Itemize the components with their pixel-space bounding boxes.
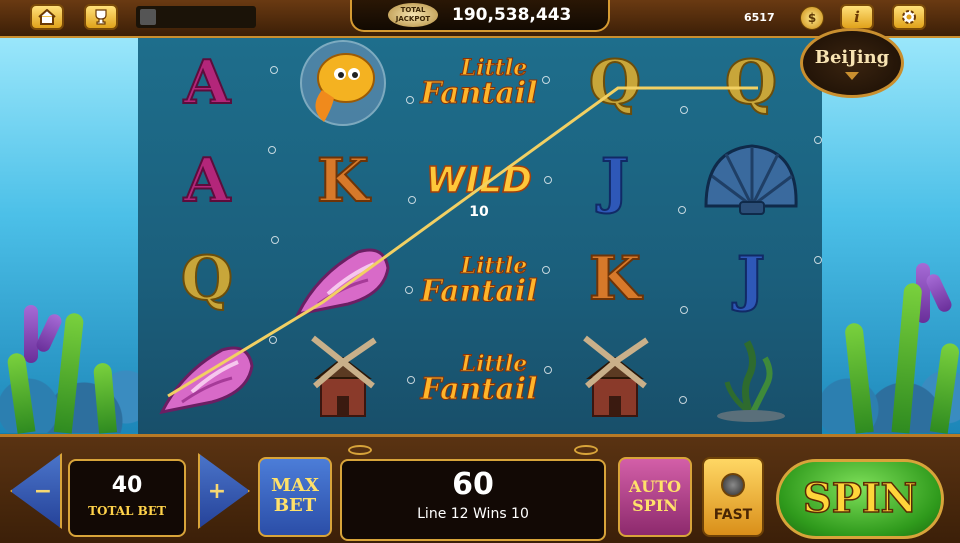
settings-button[interactable]	[892, 4, 926, 30]
auto-spin-button[interactable]: AUTO SPIN	[618, 457, 692, 537]
total-bet-label: TOTAL BET	[88, 504, 166, 518]
info-button[interactable]: i	[840, 4, 874, 30]
win-box-scroll-ornament	[340, 443, 606, 459]
spin-button[interactable]: SPIN	[776, 459, 944, 539]
fast-label: FAST	[713, 507, 753, 523]
trophy-button[interactable]	[84, 4, 118, 30]
windmill-icon	[550, 332, 680, 422]
reel4-row1-symbol: Q	[588, 48, 642, 118]
jackpot-value: 190,538,443	[452, 5, 572, 25]
credits-balance: 6517	[744, 11, 775, 24]
reel1-row1-symbol: A	[183, 48, 232, 118]
wild-multiplier: 10	[469, 204, 489, 220]
location-select-button[interactable]: BeiJing	[800, 28, 904, 98]
reel1-row3-symbol: Q	[180, 244, 234, 314]
top-bar: TOTAL JACKPOT 190,538,443 6517 $ i	[0, 0, 960, 38]
reel1-row2-symbol: A	[183, 146, 232, 216]
reel5-row3-symbol: J	[736, 244, 766, 314]
slot-game-screen: A A Q K Little Fantail WILD 10 Little Fa…	[0, 0, 960, 543]
reel-area[interactable]: A A Q K Little Fantail WILD 10 Little Fa…	[138, 36, 822, 434]
reel4-row2-symbol: J	[600, 146, 630, 216]
gear-icon	[902, 10, 916, 24]
home-icon	[38, 9, 56, 25]
avatar	[140, 9, 156, 25]
conch-shell-icon	[142, 332, 272, 422]
fast-toggle-button[interactable]: FAST	[702, 457, 764, 537]
home-button[interactable]	[30, 4, 64, 30]
increase-bet-button[interactable]: +	[198, 453, 250, 529]
little-fantail-logo-symbol: Little Fantail	[420, 253, 538, 309]
player-info	[136, 6, 256, 28]
win-amount: 60	[452, 467, 494, 502]
windmill-icon	[278, 332, 408, 422]
fast-indicator-light	[721, 473, 745, 497]
left-ocean-scenery	[0, 36, 140, 434]
conch-shell-icon	[278, 234, 408, 324]
scallop-shell-icon	[686, 136, 816, 226]
little-fantail-logo-symbol: Little Fantail	[420, 351, 538, 407]
buy-coins-button[interactable]: $	[800, 6, 824, 30]
reel4-row3-symbol: K	[588, 244, 642, 314]
control-panel: − 40 TOTAL BET + MAX BET 60 Line 12 Wins…	[0, 434, 960, 543]
little-fantail-logo-symbol: Little Fantail	[420, 55, 538, 111]
win-display: 60 Line 12 Wins 10	[340, 459, 606, 541]
total-jackpot-badge: TOTAL JACKPOT	[388, 3, 438, 27]
total-jackpot-panel: TOTAL JACKPOT 190,538,443	[350, 0, 610, 32]
reel5-row1-symbol: Q	[724, 48, 778, 118]
win-line-text: Line 12 Wins 10	[417, 506, 529, 522]
decrease-bet-button[interactable]: −	[10, 453, 62, 529]
reel2-row2-symbol: K	[316, 146, 370, 216]
chevron-down-icon	[845, 72, 859, 80]
trophy-icon	[95, 9, 107, 25]
total-bet-value: 40	[111, 473, 143, 498]
goldfish-icon	[278, 38, 408, 128]
seaweed-icon	[686, 332, 816, 422]
total-bet-display: 40 TOTAL BET	[68, 459, 186, 537]
wild-symbol: WILD 10	[425, 160, 532, 220]
max-bet-button[interactable]: MAX BET	[258, 457, 332, 537]
